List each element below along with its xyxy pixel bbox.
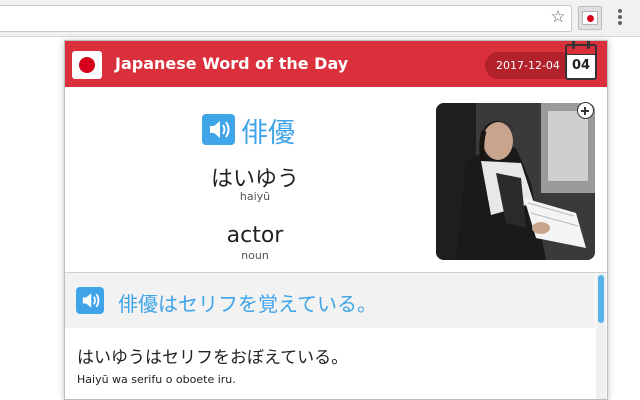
word-part-of-speech: noun — [241, 249, 269, 262]
more-vert-icon[interactable] — [612, 8, 628, 28]
popup-header: Japanese Word of the Day 2017-12-04 04 — [65, 41, 607, 87]
sentence-speaker-icon[interactable] — [76, 287, 104, 314]
extension-button[interactable] — [578, 6, 602, 30]
date-badge[interactable]: 2017-12-04 — [485, 52, 575, 79]
word-romaji: haiyū — [239, 190, 271, 203]
word-speaker-icon[interactable] — [202, 114, 235, 145]
japan-flag-icon — [582, 11, 598, 25]
japan-flag-logo-icon — [72, 51, 102, 79]
date-text: 2017-12-04 — [496, 59, 560, 72]
word-kanji: 俳優 — [241, 118, 295, 149]
word-of-the-day-popup: Japanese Word of the Day 2017-12-04 04 俳… — [64, 40, 608, 400]
browser-toolbar: ☆ — [0, 0, 640, 37]
word-kana: はいゆう — [210, 167, 299, 192]
sentence-japanese: 俳優はセリフを覚えている。 — [118, 292, 377, 316]
calendar-day: 04 — [571, 58, 591, 73]
popup-title: Japanese Word of the Day — [115, 54, 349, 73]
zoom-plus-icon[interactable] — [577, 102, 594, 119]
star-icon[interactable]: ☆ — [548, 7, 568, 27]
sentence-header: 俳優はセリフを覚えている。 — [65, 273, 595, 328]
example-sentence: 俳優はセリフを覚えている。 はいゆうはセリフをおぼえている。 Haiyū wa … — [65, 272, 607, 399]
calendar-icon[interactable]: 04 — [565, 41, 597, 80]
scrollbar[interactable] — [596, 273, 606, 399]
sentence-romaji: Haiyū wa serifu o oboete iru. — [77, 373, 236, 386]
word-photo[interactable] — [436, 103, 595, 260]
address-bar[interactable] — [0, 5, 572, 32]
scrollbar-thumb[interactable] — [598, 275, 604, 323]
sentence-kana: はいゆうはセリフをおぼえている。 — [77, 348, 349, 368]
word-card: 俳優 はいゆう haiyū actor noun — [65, 87, 607, 272]
word-english: actor — [226, 223, 284, 248]
